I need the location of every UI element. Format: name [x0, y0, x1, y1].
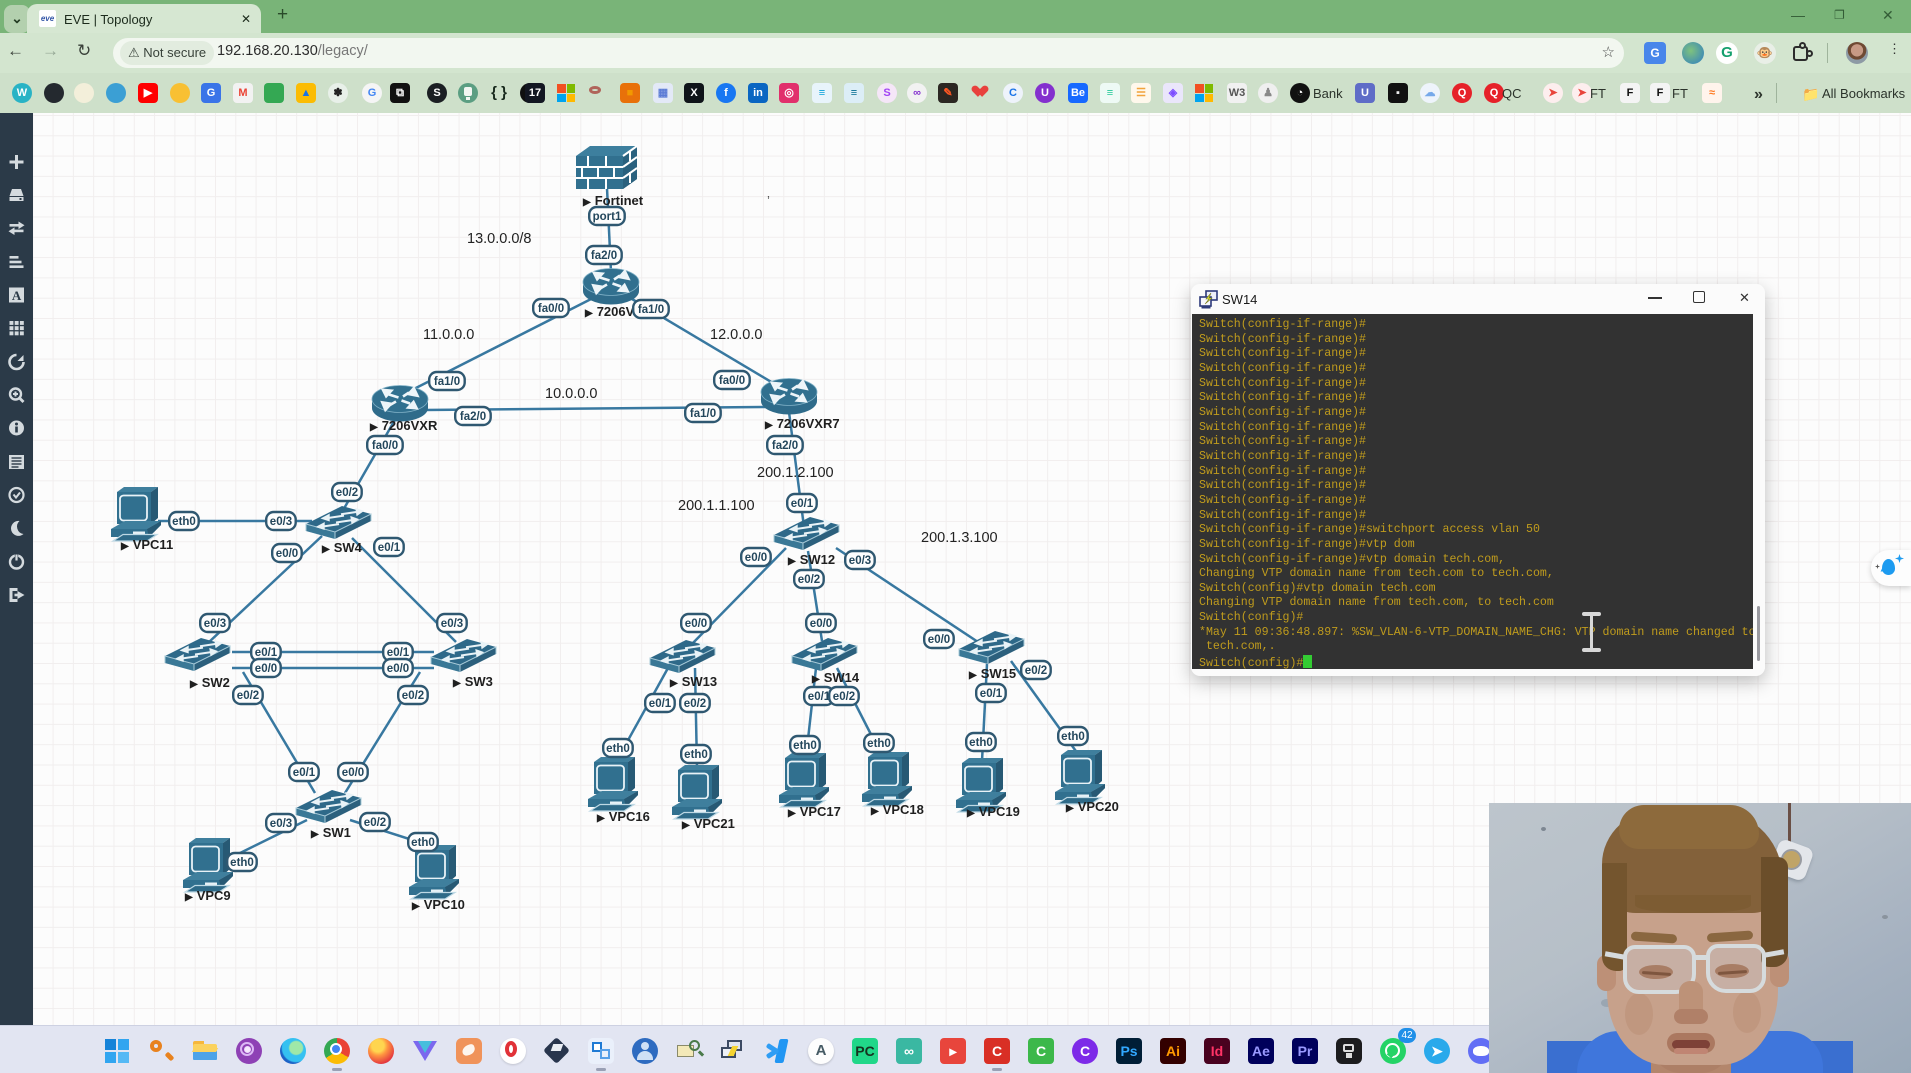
svg-text:fa2/0: fa2/0	[460, 411, 486, 423]
svg-text:e0/3: e0/3	[849, 555, 871, 567]
svg-text:e0/2: e0/2	[237, 690, 259, 702]
svg-text:e0/2: e0/2	[364, 817, 386, 829]
svg-text:▶Fortinet: ▶Fortinet	[582, 193, 644, 208]
svg-text:200.1.3.100: 200.1.3.100	[921, 530, 998, 546]
svg-text:▶SW14: ▶SW14	[811, 670, 860, 685]
svg-text:e0/0: e0/0	[387, 663, 409, 675]
svg-text:’: ’	[767, 193, 770, 208]
svg-text:eth0: eth0	[867, 738, 891, 750]
svg-text:e0/0: e0/0	[342, 767, 364, 779]
svg-text:e0/1: e0/1	[980, 688, 1003, 700]
svg-text:eth0: eth0	[1061, 731, 1085, 743]
svg-text:e0/0: e0/0	[745, 552, 767, 564]
svg-text:▶SW15: ▶SW15	[968, 666, 1016, 681]
svg-text:eth0: eth0	[606, 743, 630, 755]
svg-text:eth0: eth0	[793, 740, 817, 752]
svg-text:▶7206VXR: ▶7206VXR	[369, 418, 438, 433]
svg-text:e0/3: e0/3	[204, 618, 226, 630]
svg-text:eth0: eth0	[172, 516, 196, 528]
svg-text:e0/0: e0/0	[685, 618, 707, 630]
svg-text:e0/1: e0/1	[387, 647, 410, 659]
svg-text:200.1.2.100: 200.1.2.100	[757, 465, 834, 481]
svg-text:e0/2: e0/2	[684, 698, 706, 710]
svg-text:▶SW4: ▶SW4	[321, 540, 363, 555]
svg-text:e0/0: e0/0	[276, 548, 298, 560]
svg-text:fa0/0: fa0/0	[538, 303, 564, 315]
svg-text:▶7206VXR7: ▶7206VXR7	[764, 416, 840, 431]
svg-text:e0/0: e0/0	[810, 618, 832, 630]
svg-text:eth0: eth0	[230, 857, 254, 869]
svg-text:13.0.0.0/8: 13.0.0.0/8	[467, 231, 532, 247]
svg-text:fa2/0: fa2/0	[591, 250, 617, 262]
svg-text:e0/2: e0/2	[798, 574, 820, 586]
svg-text:e0/1: e0/1	[293, 767, 316, 779]
svg-text:e0/3: e0/3	[270, 516, 292, 528]
svg-text:A: A	[12, 288, 22, 303]
svg-text:▶SW2: ▶SW2	[189, 675, 230, 690]
svg-text:e0/0: e0/0	[255, 663, 277, 675]
svg-text:e0/3: e0/3	[441, 618, 463, 630]
svg-text:eth0: eth0	[411, 837, 435, 849]
svg-text:200.1.1.100: 200.1.1.100	[678, 498, 755, 514]
svg-text:fa1/0: fa1/0	[434, 376, 460, 388]
svg-text:e0/1: e0/1	[808, 691, 831, 703]
svg-text:▶SW12: ▶SW12	[787, 552, 835, 567]
svg-text:▶SW1: ▶SW1	[310, 825, 351, 840]
svg-text:e0/1: e0/1	[378, 542, 401, 554]
svg-text:▶SW3: ▶SW3	[452, 674, 493, 689]
svg-text:port1: port1	[593, 211, 622, 223]
svg-text:e0/1: e0/1	[255, 647, 278, 659]
svg-text:fa0/0: fa0/0	[719, 375, 745, 387]
svg-text:11.0.0.0: 11.0.0.0	[423, 327, 474, 343]
svg-text:e0/2: e0/2	[1025, 665, 1047, 677]
svg-text:12.0.0.0: 12.0.0.0	[710, 327, 762, 343]
svg-text:e0/2: e0/2	[402, 690, 424, 702]
svg-text:e0/2: e0/2	[336, 487, 358, 499]
svg-text:e0/0: e0/0	[928, 634, 950, 646]
svg-text:e0/3: e0/3	[270, 818, 292, 830]
svg-text:eth0: eth0	[969, 737, 993, 749]
svg-text:fa0/0: fa0/0	[372, 440, 398, 452]
svg-text:fa2/0: fa2/0	[772, 440, 798, 452]
svg-text:fa1/0: fa1/0	[638, 304, 664, 316]
svg-text:fa1/0: fa1/0	[690, 408, 716, 420]
svg-text:e0/2: e0/2	[833, 691, 855, 703]
svg-text:eth0: eth0	[684, 749, 708, 761]
svg-text:10.0.0.0: 10.0.0.0	[545, 386, 597, 402]
svg-text:e0/1: e0/1	[649, 698, 672, 710]
svg-text:e0/1: e0/1	[791, 498, 814, 510]
svg-text:▶SW13: ▶SW13	[669, 674, 717, 689]
